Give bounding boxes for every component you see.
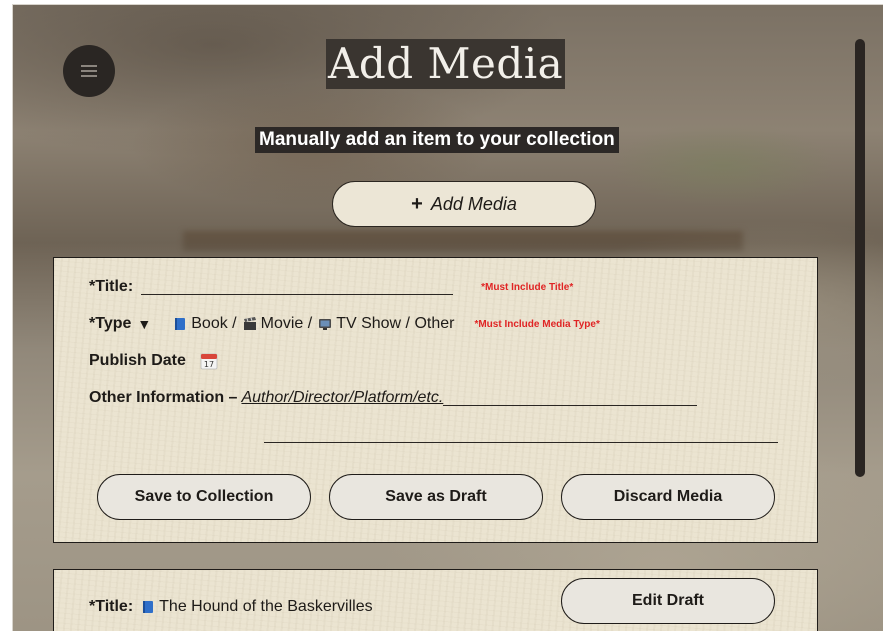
clapperboard-icon [243, 317, 256, 330]
book-icon [143, 601, 154, 613]
other-info-input[interactable] [443, 391, 698, 406]
plus-icon: + [411, 192, 423, 215]
title-input[interactable] [141, 280, 454, 295]
draft-title-value: The Hound of the Baskervilles [159, 598, 373, 615]
hamburger-icon [81, 65, 97, 77]
background-shelf [183, 231, 743, 251]
other-info-placeholder[interactable]: Author/Director/Platform/etc. [241, 389, 443, 407]
page-subtitle: Manually add an item to your collection [255, 127, 619, 153]
publish-date-row: Publish Date 17 [89, 352, 218, 370]
add-media-button[interactable]: + Add Media [332, 181, 596, 227]
page-title: Add Media [326, 39, 566, 89]
add-media-form-card: *Title: *Must Include Title* *Type ▼ Boo… [53, 257, 818, 543]
title-label: *Title: [89, 278, 134, 295]
type-option-tv-other[interactable]: TV Show / Other [336, 315, 454, 333]
draft-title-row: *Title: The Hound of the Baskervilles [89, 598, 373, 616]
hamburger-menu-button[interactable] [63, 45, 115, 97]
app-frame: Add Media Manually add an item to your c… [12, 4, 883, 631]
other-info-label: Other Information – [89, 389, 238, 406]
edit-draft-button[interactable]: Edit Draft [561, 578, 775, 624]
tv-icon [319, 319, 332, 330]
save-to-collection-button[interactable]: Save to Collection [97, 474, 311, 520]
type-option-movie[interactable]: Movie / [261, 315, 313, 333]
calendar-day-text: 17 [204, 360, 214, 369]
type-label: *Type [89, 315, 132, 332]
title-row: *Title: *Must Include Title* [89, 278, 573, 296]
add-media-label: Add Media [430, 193, 517, 214]
type-warning: *Must Include Media Type* [474, 318, 600, 330]
type-option-book[interactable]: Book / [191, 315, 236, 333]
save-as-draft-button[interactable]: Save as Draft [329, 474, 543, 520]
other-info-row: Other Information – Author/Director/Plat… [89, 389, 698, 407]
book-icon [175, 318, 186, 330]
vertical-scrollbar[interactable] [855, 39, 865, 477]
title-warning: *Must Include Title* [481, 281, 574, 293]
other-info-second-line[interactable] [264, 442, 778, 443]
type-dropdown-icon[interactable]: ▼ [137, 316, 151, 332]
draft-title-label: *Title: [89, 598, 134, 615]
discard-media-button[interactable]: Discard Media [561, 474, 775, 520]
draft-card: *Title: The Hound of the Baskervilles Ed… [53, 569, 818, 631]
calendar-icon[interactable]: 17 [200, 352, 218, 370]
type-row: *Type ▼ Book / Movie / TV Show / Other *… [89, 315, 600, 333]
publish-date-label: Publish Date [89, 352, 186, 369]
